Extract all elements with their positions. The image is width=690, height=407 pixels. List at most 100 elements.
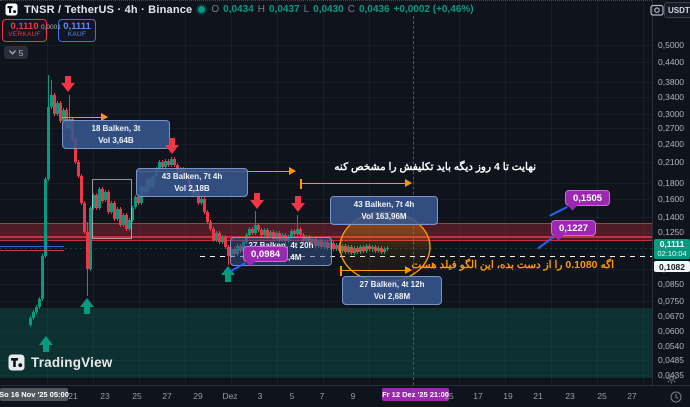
- symbol-title[interactable]: TNSR / TetherUS · 4h · Binance: [24, 4, 192, 16]
- ohlc-open-value: 0,0434: [223, 4, 254, 15]
- range-volume-text: Vol 3,64B: [68, 135, 164, 147]
- candle: [32, 312, 35, 318]
- candle: [203, 199, 206, 212]
- ohlc-high-value: 0,0437: [269, 4, 300, 15]
- grid-hline: [0, 62, 652, 63]
- range-volume-text: Vol 2,68M: [348, 291, 436, 303]
- time-axis-tick: 15: [444, 391, 453, 401]
- market-open-dot-icon: [198, 6, 205, 13]
- ohlc-change-value: +0,0002 (+0,46%): [394, 4, 474, 15]
- arrow-down-icon: [250, 193, 264, 209]
- measure-arrow[interactable]: [301, 183, 411, 184]
- price-axis-tick: 0,0750: [658, 296, 684, 306]
- range-volume-text: Vol 163,96M: [336, 211, 432, 223]
- measure-arrow[interactable]: [62, 117, 107, 118]
- grid-hline: [0, 97, 652, 98]
- ask-line: [0, 246, 64, 247]
- watermark-label: TradingView: [31, 355, 112, 370]
- price-axis-tick: 0,1400: [658, 212, 684, 222]
- measure-arrow[interactable]: [341, 270, 411, 271]
- grid-hline: [0, 114, 652, 115]
- buy-signal-arrow[interactable]: [39, 336, 53, 352]
- time-axis-tick: 25: [597, 391, 606, 401]
- ohlc-readout: O0,0434 H0,0437 L0,0430 C0,0436 +0,0002 …: [211, 4, 473, 15]
- price-tag[interactable]: 0,0984: [243, 246, 288, 262]
- time-axis-tick: Dez: [222, 391, 237, 401]
- time-axis-tick: 25: [132, 391, 141, 401]
- date-range-box[interactable]: 27 Balken, 4t 12hVol 2,68M: [342, 276, 442, 305]
- price-axis-tick: 0,4400: [658, 57, 684, 67]
- arrow-up-icon: [80, 298, 94, 314]
- current-price-axis-label: 0,1111 02:10:04: [654, 239, 690, 259]
- camera-icon: [650, 3, 664, 17]
- first-bar-time-stamp: So 16 Nov '25 05:00: [0, 388, 68, 401]
- chart-surface[interactable]: 18 Balken, 3tVol 3,64B43 Balken, 7t 4hVo…: [0, 0, 652, 385]
- price-tag[interactable]: 0,1505: [565, 190, 610, 206]
- sell-signal-arrow[interactable]: [61, 76, 75, 92]
- date-range-box[interactable]: 43 Balken, 7t 4hVol 2,18B: [136, 168, 248, 197]
- time-axis[interactable]: So 16 Nov '25 05:00 Fr 12 Dez '25 21:00 …: [0, 385, 690, 407]
- tradingview-chart-window: { "header": { "symbol": "TNSR / TetherUS…: [0, 0, 690, 407]
- chevron-down-icon: [9, 50, 16, 55]
- currency-selector-button[interactable]: USDT ▾: [664, 2, 690, 18]
- collapsed-count: 5: [19, 48, 24, 58]
- ohlc-close-value: 0,0436: [359, 4, 390, 15]
- time-axis-tick: 27: [162, 391, 171, 401]
- sell-signal-arrow[interactable]: [291, 196, 305, 212]
- candle: [38, 299, 41, 306]
- range-volume-text: Vol 2,18B: [142, 183, 242, 195]
- time-axis-tick: 7: [320, 391, 325, 401]
- timezone-button[interactable]: [670, 390, 682, 407]
- time-axis-tick: 9: [351, 391, 356, 401]
- candle: [224, 237, 227, 247]
- alert-price-axis-label: 0,1082: [654, 261, 690, 272]
- price-axis-tick: 0,3800: [658, 77, 684, 87]
- price-axis-tick: 0,1250: [658, 227, 684, 237]
- date-range-box[interactable]: 43 Balken, 7t 4hVol 163,96M: [330, 196, 438, 225]
- price-axis-tick: 0,0485: [658, 355, 684, 365]
- grid-hline: [0, 284, 652, 285]
- date-range-box[interactable]: 18 Balken, 3tVol 3,64B: [62, 120, 170, 149]
- arrowhead-right-icon: [289, 167, 296, 175]
- price-axis-tick: 0,0540: [658, 341, 684, 351]
- candle: [206, 212, 209, 222]
- candle: [173, 159, 176, 165]
- time-axis-tick: 19: [503, 391, 512, 401]
- candle: [83, 203, 86, 232]
- annotation-note[interactable]: اگه 0.1080 را از دست بده، این الگو فیلد …: [411, 259, 614, 271]
- price-axis-tick: 0,2400: [658, 139, 684, 149]
- price-tag[interactable]: 0,1227: [551, 220, 596, 236]
- arrow-up-icon: [39, 336, 53, 352]
- ohlc-open-label: O: [211, 4, 219, 15]
- time-axis-tick: 21: [68, 391, 77, 401]
- candle: [47, 107, 50, 179]
- measure-rect[interactable]: [92, 179, 132, 239]
- time-axis-tick: 21: [533, 391, 542, 401]
- range-bars-text: 43 Balken, 7t 4h: [142, 171, 242, 183]
- price-axis[interactable]: 0,1111 02:10:04 0,1082 0,50000,44000,380…: [652, 0, 690, 385]
- bar-countdown: 02:10:04: [654, 250, 690, 258]
- time-axis-tick: 23: [565, 391, 574, 401]
- price-axis-tick: 0,3000: [658, 109, 684, 119]
- sell-signal-arrow[interactable]: [165, 138, 179, 154]
- buy-signal-arrow[interactable]: [80, 298, 94, 314]
- measure-start-tick: [300, 179, 302, 189]
- ohlc-low-value: 0,0430: [313, 4, 344, 15]
- price-axis-tick: 0,0600: [658, 326, 684, 336]
- price-axis-tick: 0,0850: [658, 279, 684, 289]
- arrowhead-right-icon: [405, 179, 412, 187]
- price-axis-tick: 0,1600: [658, 194, 684, 204]
- tradingview-logo-icon: [8, 354, 25, 371]
- price-axis-tick: 0,0670: [658, 311, 684, 321]
- buy-button[interactable]: 0,1111 KAUF: [58, 19, 96, 42]
- arrow-down-icon: [165, 138, 179, 154]
- sell-signal-arrow[interactable]: [250, 193, 264, 209]
- screenshot-button[interactable]: [650, 3, 664, 17]
- range-bars-text: 27 Balken, 4t 12h: [348, 279, 436, 291]
- annotation-note[interactable]: نهایت تا 4 روز دیگه باید تکلیفش را مشخص …: [334, 161, 536, 173]
- candle: [41, 256, 44, 300]
- sell-label: VERKAUF: [8, 32, 41, 39]
- time-axis-tick: 3: [258, 391, 263, 401]
- range-bars-text: 18 Balken, 3t: [68, 123, 164, 135]
- object-tree-collapse-button[interactable]: 5: [4, 46, 28, 59]
